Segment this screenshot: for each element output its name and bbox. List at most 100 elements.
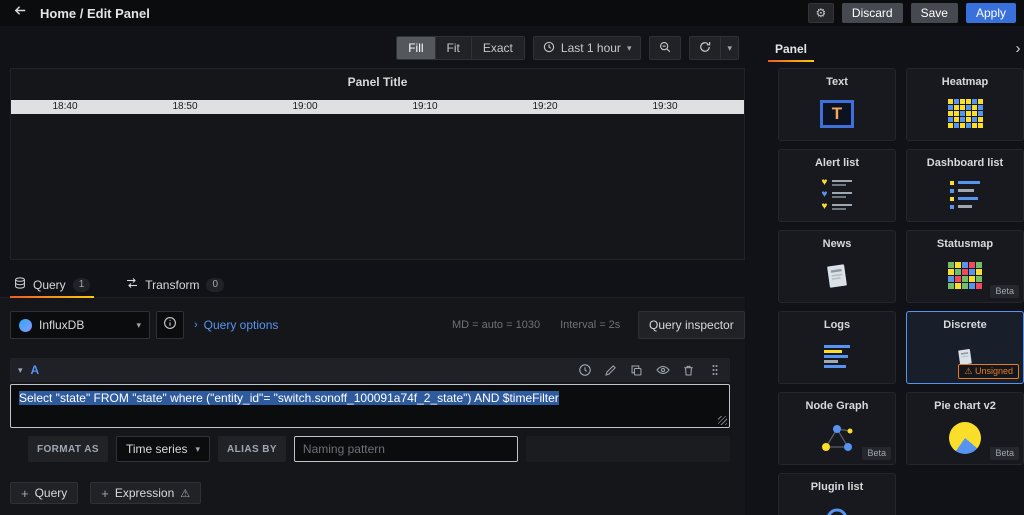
info-circle-icon: [163, 316, 177, 335]
viz-card-badge-beta: Beta: [862, 447, 891, 460]
query-text-selected: Select "state" FROM "state" where ("enti…: [19, 391, 559, 405]
time-range-label: Last 1 hour: [560, 41, 621, 55]
viz-card-name: Statusmap: [936, 238, 994, 250]
chevron-down-icon: ▾: [727, 42, 732, 53]
influxdb-logo-icon: [19, 318, 32, 332]
viz-card-badge-beta: Beta: [990, 447, 1019, 460]
viz-card-plugin-list[interactable]: Plugin list: [778, 473, 896, 515]
query-row-header[interactable]: ▾ A: [10, 358, 730, 382]
pie-chart-icon: [949, 417, 981, 464]
top-bar: Home / Edit Panel ⚙ Discard Save Apply: [0, 0, 1024, 26]
time-range-picker[interactable]: Last 1 hour ▾: [532, 36, 642, 60]
form-filler: [525, 436, 730, 462]
datasource-picker[interactable]: InfluxDB ▾: [10, 311, 150, 339]
query-inspector-button[interactable]: Query inspector: [638, 311, 745, 339]
format-as-value: Time series: [125, 442, 188, 456]
news-icon: [821, 255, 853, 302]
add-query-label: Query: [34, 486, 68, 500]
query-options-toggle[interactable]: › Query options: [194, 311, 278, 339]
settings-button[interactable]: ⚙: [807, 3, 834, 23]
format-as-label: FORMAT AS: [28, 436, 108, 462]
query-text-editor[interactable]: Select "state" FROM "state" where ("enti…: [10, 384, 730, 428]
viz-card-text[interactable]: Text T: [778, 68, 896, 141]
breadcrumb: Home / Edit Panel: [40, 5, 150, 21]
alias-by-input[interactable]: [293, 436, 518, 462]
viz-card-statusmap[interactable]: Statusmap Beta: [906, 230, 1024, 303]
viz-card-heatmap[interactable]: Heatmap: [906, 68, 1024, 141]
viz-card-node-graph[interactable]: Node Graph Beta: [778, 392, 896, 465]
chevron-down-icon: ▾: [195, 443, 201, 454]
size-mode-fit[interactable]: Fit: [435, 37, 472, 59]
drag-handle-icon[interactable]: [707, 363, 722, 378]
plugin-list-icon: [824, 498, 850, 515]
back-arrow-icon: [13, 3, 28, 23]
viz-card-dashboard-list[interactable]: Dashboard list: [906, 149, 1024, 222]
statusmap-icon: [948, 255, 982, 302]
format-row: FORMAT AS Time series ▾ ALIAS BY: [28, 436, 730, 462]
edit-icon[interactable]: [603, 363, 618, 378]
viz-card-name: Text: [826, 76, 848, 88]
query-options-summary: MD = auto = 1030 Interval = 2s: [452, 311, 620, 339]
sidebar-collapse-button[interactable]: ›: [1012, 38, 1024, 58]
heatmap-icon: [947, 93, 983, 140]
tab-query-label: Query: [33, 277, 66, 292]
add-query-button[interactable]: + Query: [10, 482, 79, 504]
alias-by-label: ALIAS BY: [218, 436, 286, 462]
datasource-help-button[interactable]: [156, 311, 184, 339]
viz-card-news[interactable]: News: [778, 230, 896, 303]
resize-handle[interactable]: [718, 416, 727, 425]
size-mode-fill[interactable]: Fill: [397, 37, 436, 59]
query-options-label: Query options: [203, 318, 279, 332]
viz-card-name: Dashboard list: [926, 157, 1004, 169]
viz-card-name: Logs: [823, 319, 851, 331]
collapse-chevron-icon[interactable]: ▾: [18, 365, 23, 375]
dashboard-list-icon: [950, 174, 980, 221]
axis-tick: 19:10: [412, 101, 438, 112]
duplicate-icon[interactable]: [629, 363, 644, 378]
plus-icon: +: [21, 485, 29, 501]
tab-transform[interactable]: Transform 0: [122, 272, 228, 297]
size-mode-group: Fill Fit Exact: [396, 36, 525, 60]
discard-button[interactable]: Discard: [841, 3, 903, 23]
add-expression-button[interactable]: + Expression ⚠: [90, 482, 202, 504]
viz-card-name: Alert list: [814, 157, 859, 169]
axis-tick: 19:30: [652, 101, 678, 112]
editor-tabs: Query 1 Transform 0: [0, 272, 745, 298]
chevron-down-icon: ▾: [626, 42, 632, 53]
database-icon: [14, 277, 26, 292]
zoom-out-button[interactable]: [649, 36, 682, 60]
viz-card-alert-list[interactable]: Alert list ♥ ♥ ♥: [778, 149, 896, 222]
refresh-button[interactable]: [689, 36, 722, 60]
text-icon: T: [820, 93, 854, 140]
view-toolbar: Fill Fit Exact Last 1 hour ▾ ▾: [0, 36, 745, 60]
size-mode-exact[interactable]: Exact: [471, 37, 524, 59]
query-ref-id: A: [30, 363, 40, 377]
refresh-interval-button[interactable]: ▾: [721, 36, 739, 60]
axis-tick: 19:20: [532, 101, 558, 112]
axis-tick: 18:50: [172, 101, 198, 112]
query-row-actions: [577, 363, 722, 378]
save-button[interactable]: Save: [910, 3, 958, 23]
delete-trash-icon[interactable]: [681, 363, 696, 378]
viz-card-badge-unsigned: ⚠ Unsigned: [958, 364, 1019, 379]
viz-card-name: News: [822, 238, 852, 250]
tab-query[interactable]: Query 1: [10, 272, 95, 298]
viz-card-name: Node Graph: [805, 400, 869, 412]
hide-query-eye-icon[interactable]: [655, 363, 670, 378]
viz-card-logs[interactable]: Logs: [778, 311, 896, 384]
tab-panel[interactable]: Panel: [768, 36, 815, 62]
query-history-icon[interactable]: [577, 363, 592, 378]
viz-grid: Text T Heatmap Alert list ♥ ♥ ♥ Dashboard list N…: [778, 68, 1024, 515]
viz-card-discrete[interactable]: Discrete ⚠ Unsigned: [906, 311, 1024, 384]
chevron-right-icon: ›: [1015, 39, 1021, 57]
viz-card-pie-chart-v2[interactable]: Pie chart v2 Beta: [906, 392, 1024, 465]
edit-panel-page: Home / Edit Panel ⚙ Discard Save Apply F…: [0, 0, 1024, 515]
apply-button[interactable]: Apply: [965, 3, 1016, 23]
chevron-right-icon: ›: [194, 318, 198, 331]
query-count-badge: 1: [72, 277, 91, 292]
max-data-points-text: MD = auto = 1030: [452, 319, 541, 331]
back-button[interactable]: [6, 2, 34, 24]
axis-tick: 18:40: [52, 101, 78, 112]
transform-icon: [126, 277, 138, 292]
format-as-select[interactable]: Time series ▾: [115, 436, 211, 462]
